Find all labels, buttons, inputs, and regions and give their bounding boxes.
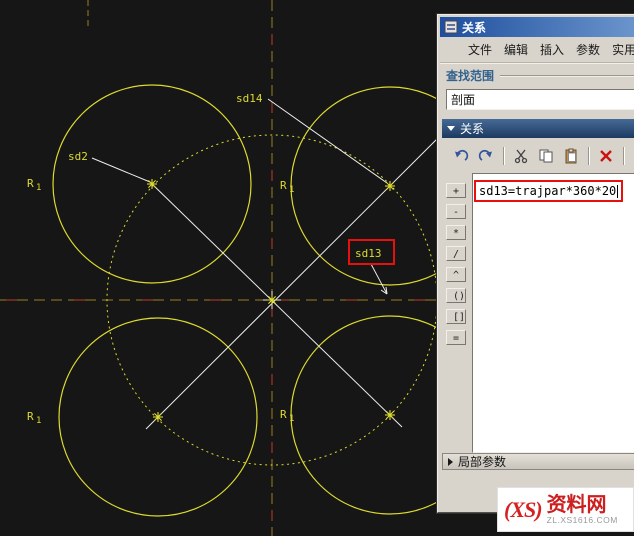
sort-button[interactable] <box>630 145 634 167</box>
relation-expression[interactable]: sd13=trajpar*360*20 <box>479 184 616 198</box>
svg-text:1: 1 <box>36 416 41 426</box>
dim-label-sd2[interactable]: sd2 <box>68 150 88 163</box>
svg-text:1: 1 <box>289 185 294 195</box>
relations-toolbar <box>440 141 634 171</box>
text-cursor <box>617 185 618 198</box>
watermark-text: 资料网 ZL.XS1616.COM <box>547 494 618 525</box>
center-point-star[interactable] <box>267 295 277 305</box>
operator-buttons: + - * / ^ () [] = <box>446 183 468 345</box>
relations-dialog: 关系 文件 编辑 插入 参数 实用 查找范围 剖面 关系 <box>437 14 634 513</box>
center-point-star[interactable] <box>153 412 163 422</box>
operator-multiply-button[interactable]: * <box>446 225 466 240</box>
svg-text:R: R <box>280 408 287 421</box>
menu-edit[interactable]: 编辑 <box>498 38 534 63</box>
dim-label-sd14[interactable]: sd14 <box>236 92 263 105</box>
svg-text:R: R <box>280 179 287 192</box>
radius-label-top-right[interactable]: R 1 <box>280 179 294 195</box>
sd13-arrow[interactable] <box>371 264 387 294</box>
menu-parameters[interactable]: 参数 <box>570 38 606 63</box>
relations-section-header[interactable]: 关系 <box>442 119 634 138</box>
collapse-icon <box>447 126 455 131</box>
watermark: (XS) 资料网 ZL.XS1616.COM <box>497 487 634 532</box>
sd14-leader-line[interactable] <box>268 99 387 183</box>
redo-button[interactable] <box>475 145 497 167</box>
operator-minus-button[interactable]: - <box>446 204 466 219</box>
operator-brackets-button[interactable]: [] <box>446 309 466 324</box>
paste-icon <box>563 148 579 164</box>
local-params-bar[interactable]: 局部参数 <box>442 453 634 470</box>
svg-text:R: R <box>27 177 34 190</box>
toolbar-separator <box>503 147 504 165</box>
lookin-rule <box>500 75 634 77</box>
delete-icon <box>598 148 614 164</box>
relations-dialog-icon <box>444 20 458 34</box>
lookin-select[interactable]: 剖面 <box>446 89 634 110</box>
lookin-label: 查找范围 <box>446 67 494 84</box>
operator-equals-button[interactable]: = <box>446 330 466 345</box>
menu-utilities[interactable]: 实用 <box>606 38 634 63</box>
cut-button[interactable] <box>510 145 532 167</box>
menu-bar: 文件 编辑 插入 参数 实用 <box>440 38 634 63</box>
operator-parentheses-button[interactable]: () <box>446 288 466 303</box>
dim-label-sd13[interactable]: sd13 <box>355 247 382 260</box>
lookin-group: 查找范围 <box>446 67 634 84</box>
radius-label-top-left[interactable]: R 1 <box>27 177 41 193</box>
dialog-titlebar[interactable]: 关系 <box>440 17 634 37</box>
operator-divide-button[interactable]: / <box>446 246 466 261</box>
center-point-star[interactable] <box>147 179 157 189</box>
operator-power-button[interactable]: ^ <box>446 267 466 282</box>
redo-icon <box>478 148 494 164</box>
dialog-title: 关系 <box>462 19 486 36</box>
watermark-site-name: 资料网 <box>547 494 618 516</box>
sd2-leader-line[interactable] <box>92 158 150 182</box>
toolbar-separator <box>623 147 624 165</box>
radius-label-bottom-right[interactable]: R 1 <box>280 408 294 424</box>
lookin-selected-value: 剖面 <box>447 91 475 108</box>
copy-button[interactable] <box>535 145 557 167</box>
svg-text:R: R <box>27 410 34 423</box>
center-point-star[interactable] <box>385 410 395 420</box>
expand-icon <box>448 458 453 466</box>
copy-icon <box>538 148 554 164</box>
undo-icon <box>453 148 469 164</box>
local-params-label: 局部参数 <box>458 453 506 470</box>
operator-plus-button[interactable]: + <box>446 183 466 198</box>
relations-section-label: 关系 <box>460 120 484 137</box>
diagonal-line-1[interactable] <box>150 182 402 427</box>
menu-insert[interactable]: 插入 <box>534 38 570 63</box>
watermark-logo: (XS) <box>504 497 542 523</box>
radius-label-bottom-left[interactable]: R 1 <box>27 410 41 426</box>
watermark-url: ZL.XS1616.COM <box>547 516 618 525</box>
menu-file[interactable]: 文件 <box>462 38 498 63</box>
relation-highlight-box: sd13=trajpar*360*20 <box>474 180 623 202</box>
center-point-star[interactable] <box>385 181 395 191</box>
scissors-icon <box>513 148 529 164</box>
undo-button[interactable] <box>450 145 472 167</box>
app-screen: sd14 sd2 R 1 R 1 R 1 R 1 sd13 <box>0 0 634 536</box>
delete-button[interactable] <box>595 145 617 167</box>
paste-button[interactable] <box>560 145 582 167</box>
svg-text:1: 1 <box>36 183 41 193</box>
relation-editor[interactable]: sd13=trajpar*360*20 <box>472 173 634 453</box>
svg-text:1: 1 <box>289 414 294 424</box>
toolbar-separator <box>588 147 589 165</box>
